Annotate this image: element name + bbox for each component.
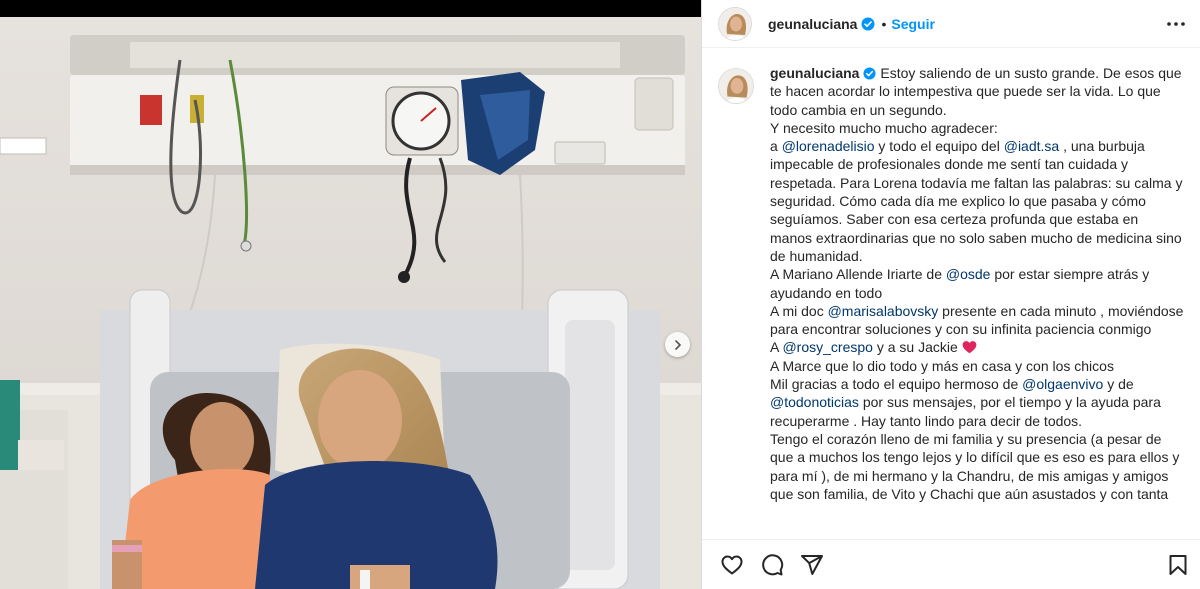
red-heart-icon	[962, 341, 977, 354]
caption-line: Tengo el corazón lleno de mi familia y s…	[770, 430, 1184, 503]
mention-link[interactable]: @iadt.sa	[1004, 138, 1059, 154]
comments-area[interactable]: geunaluciana Estoy saliendo de un susto …	[718, 64, 1184, 538]
caption-text-segment: A	[770, 339, 783, 356]
paper-plane-icon	[801, 554, 823, 575]
avatar-image	[719, 69, 753, 103]
follow-button[interactable]: Seguir	[891, 16, 935, 32]
caption-text-segment: A Marce que lo dio todo y más en casa y …	[770, 357, 1114, 374]
share-button[interactable]	[798, 551, 826, 579]
caption-text-segment: Y necesito mucho mucho agradecer:	[770, 119, 998, 136]
caption-text-segment: y todo el equipo del	[874, 138, 1004, 155]
mention-link[interactable]: @todonoticias	[770, 394, 859, 410]
mention-link[interactable]: @rosy_crespo	[782, 339, 872, 355]
caption-line: Mil gracias a todo el equipo hermoso de …	[770, 375, 1184, 430]
caption-text-segment: A Mariano Allende Iriarte de	[770, 266, 946, 283]
caption-row: geunaluciana Estoy saliendo de un susto …	[718, 64, 1184, 503]
avatar-image	[719, 7, 751, 40]
caption-text-segment: Tengo el corazón lleno de mi familia y s…	[770, 430, 1180, 502]
caption-text-segment: a	[770, 138, 782, 155]
like-button[interactable]	[718, 551, 746, 579]
separator-dot: •	[881, 15, 887, 32]
mention-link[interactable]: @osde	[946, 266, 991, 282]
mention-link[interactable]: @marisalabovsky	[828, 303, 939, 319]
caption-line: A mi doc @marisalabovsky presente en cad…	[770, 302, 1184, 339]
caption-text-segment: Mil gracias a todo el equipo hermoso de	[770, 376, 1023, 393]
caption-line: Y necesito mucho mucho agradecer:	[770, 119, 1184, 137]
post-caption: geunaluciana Estoy saliendo de un susto …	[770, 64, 1184, 503]
caption-text-segment: y a su Jackie	[872, 339, 962, 356]
more-options-button[interactable]	[1164, 12, 1188, 36]
caption-username[interactable]: geunaluciana	[770, 65, 859, 81]
chevron-right-icon	[674, 339, 681, 350]
caption-text: Estoy saliendo de un susto grande. De es…	[770, 65, 1184, 503]
verified-badge-icon	[863, 67, 877, 80]
header-username[interactable]: geunaluciana	[768, 16, 857, 32]
caption-text-segment: A mi doc	[770, 302, 828, 319]
verified-badge-icon	[861, 17, 875, 30]
avatar[interactable]	[718, 6, 752, 41]
post-actions	[702, 539, 1200, 589]
post-image[interactable]	[0, 0, 701, 589]
post-header: geunaluciana • Seguir	[702, 0, 1200, 48]
caption-line: A Marce que lo dio todo y más en casa y …	[770, 357, 1184, 375]
mention-link[interactable]: @olgaenvivo	[1022, 376, 1103, 392]
save-button[interactable]	[1164, 551, 1192, 579]
hospital-photo	[0, 0, 701, 589]
bookmark-icon	[1169, 554, 1187, 575]
caption-text-segment: , una burbuja impecable de profesionales…	[770, 138, 1183, 264]
caption-line: A @rosy_crespo y a su Jackie	[770, 338, 1184, 356]
caption-avatar[interactable]	[718, 68, 754, 104]
comment-button[interactable]	[758, 551, 786, 579]
more-horizontal-icon	[1167, 22, 1185, 26]
caption-line: A Mariano Allende Iriarte de @osde por e…	[770, 265, 1184, 302]
post-side-panel: geunaluciana • Seguir geunaluciana Estoy…	[701, 0, 1200, 589]
caption-line: a @lorenadelisio y todo el equipo del @i…	[770, 137, 1184, 265]
caption-text-segment: y de	[1103, 376, 1134, 393]
heart-outline-icon	[721, 555, 743, 574]
next-image-button[interactable]	[665, 332, 690, 357]
comment-bubble-icon	[762, 553, 784, 575]
mention-link[interactable]: @lorenadelisio	[782, 138, 875, 154]
